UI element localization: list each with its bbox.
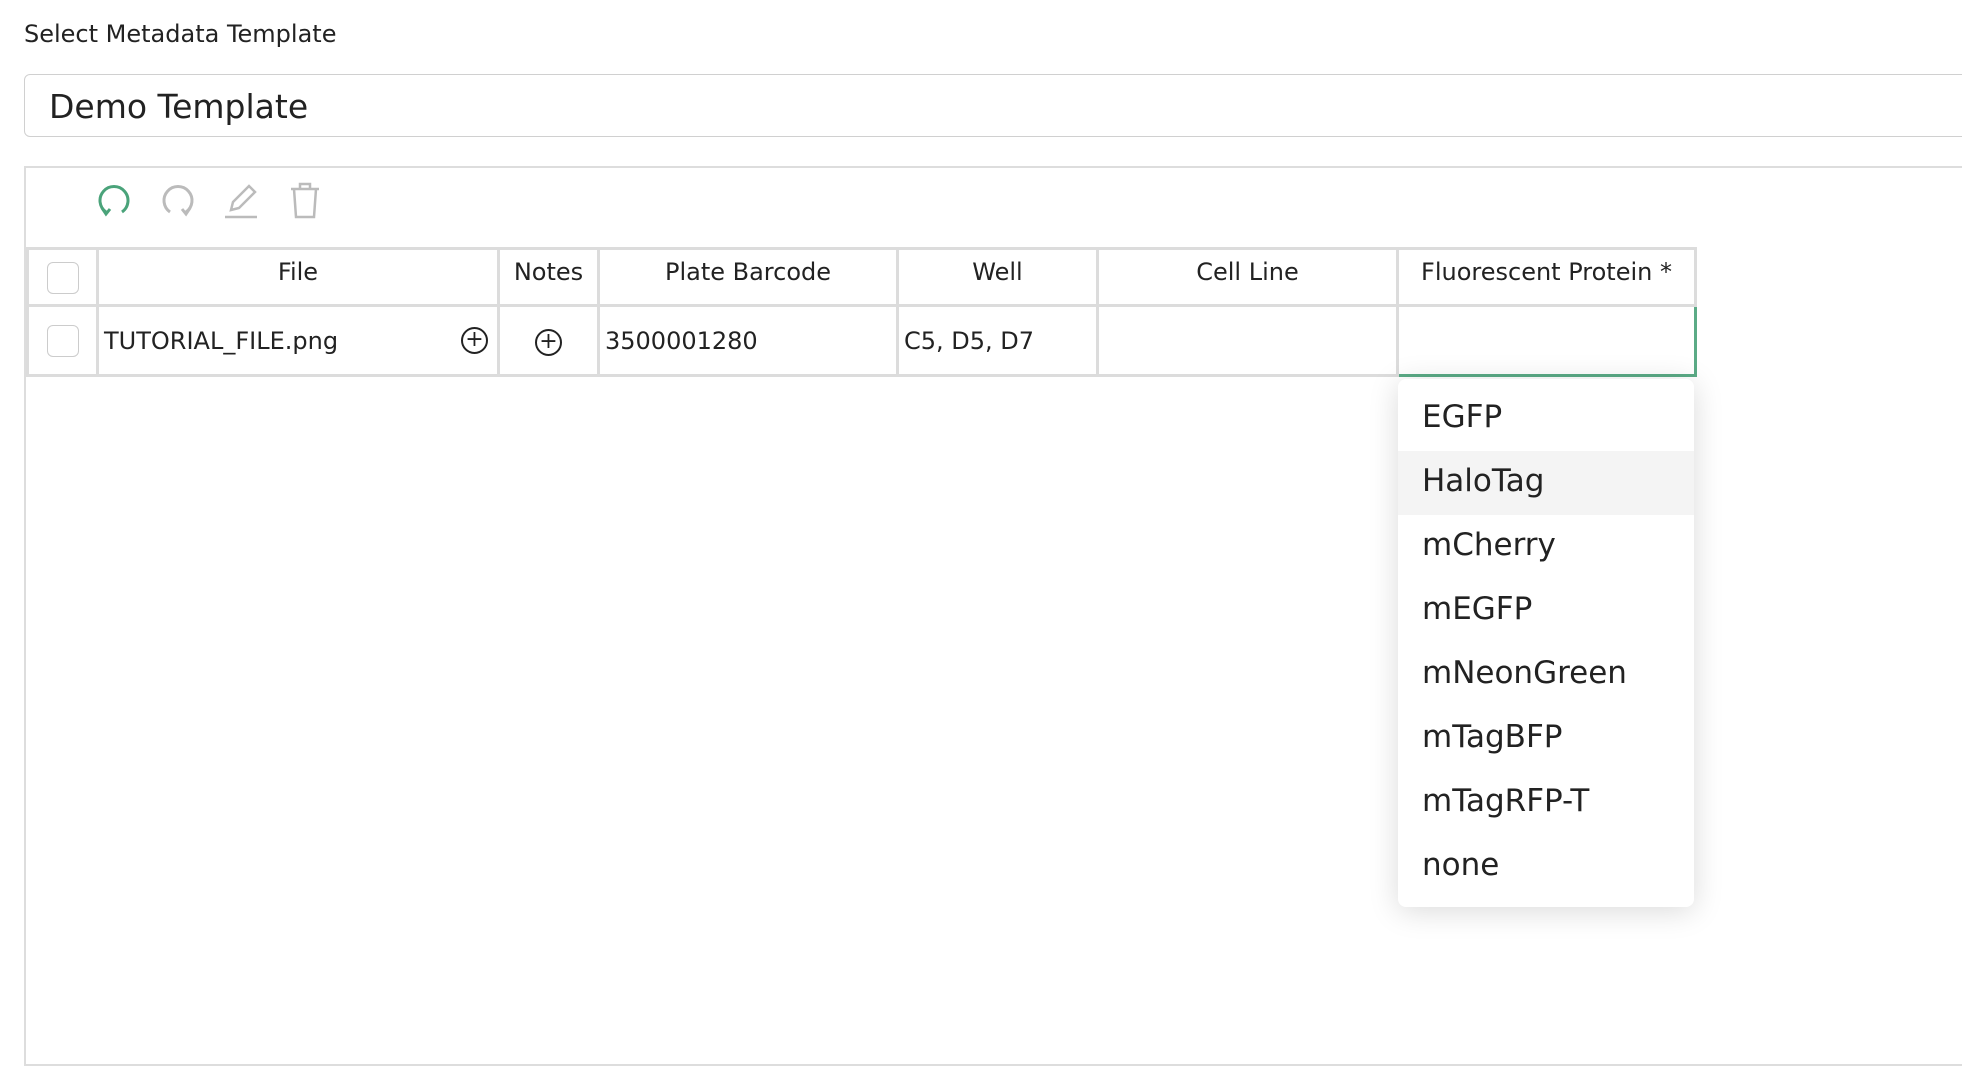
option-halotag[interactable]: HaloTag bbox=[1398, 451, 1694, 515]
select-all-checkbox[interactable] bbox=[46, 262, 79, 294]
option-mtagbfp[interactable]: mTagBFP bbox=[1398, 707, 1694, 771]
undo-icon[interactable] bbox=[94, 180, 134, 220]
file-name: TUTORIAL_FILE.png bbox=[104, 326, 339, 355]
header-notes[interactable]: Notes bbox=[497, 247, 600, 307]
header-cell-line[interactable]: Cell Line bbox=[1096, 247, 1399, 307]
header-row: File Notes Plate Barcode Well Cell Line … bbox=[26, 247, 1697, 307]
template-select[interactable]: Demo Template bbox=[24, 74, 1962, 137]
row-checkbox[interactable] bbox=[46, 324, 79, 357]
edit-icon[interactable] bbox=[221, 180, 261, 220]
option-megfp[interactable]: mEGFP bbox=[1398, 579, 1694, 643]
template-label: Select Metadata Template bbox=[24, 20, 337, 48]
plate-barcode-cell[interactable]: 3500001280 bbox=[597, 304, 899, 377]
header-fluorescent-protein[interactable]: Fluorescent Protein * bbox=[1396, 247, 1697, 307]
well-cell[interactable]: C5, D5, D7 bbox=[896, 304, 1099, 377]
header-well[interactable]: Well bbox=[896, 247, 1099, 307]
option-mcherry[interactable]: mCherry bbox=[1398, 515, 1694, 579]
add-file-icon[interactable]: + bbox=[461, 326, 488, 354]
fluorescent-protein-dropdown: EGFP HaloTag mCherry mEGFP mNeonGreen mT… bbox=[1398, 379, 1694, 907]
option-mtagrfp-t[interactable]: mTagRFP-T bbox=[1398, 771, 1694, 835]
header-plate-barcode[interactable]: Plate Barcode bbox=[597, 247, 899, 307]
metadata-table: File Notes Plate Barcode Well Cell Line … bbox=[26, 247, 1697, 377]
select-all-cell bbox=[26, 247, 99, 307]
option-none[interactable]: none bbox=[1398, 835, 1694, 899]
add-note-icon[interactable]: + bbox=[535, 328, 562, 356]
table-row: TUTORIAL_FILE.png + + 3500001280 C5, D5, … bbox=[26, 304, 1697, 377]
option-mneongreen[interactable]: mNeonGreen bbox=[1398, 643, 1694, 707]
row-select-cell bbox=[26, 304, 99, 377]
fluorescent-protein-input[interactable] bbox=[1396, 304, 1697, 377]
file-cell: TUTORIAL_FILE.png + bbox=[96, 304, 500, 377]
option-egfp[interactable]: EGFP bbox=[1398, 387, 1694, 451]
header-file[interactable]: File bbox=[96, 247, 500, 307]
notes-cell[interactable]: + bbox=[497, 304, 600, 377]
trash-icon[interactable] bbox=[285, 180, 325, 220]
cell-line-cell[interactable] bbox=[1096, 304, 1399, 377]
redo-icon[interactable] bbox=[158, 180, 198, 220]
